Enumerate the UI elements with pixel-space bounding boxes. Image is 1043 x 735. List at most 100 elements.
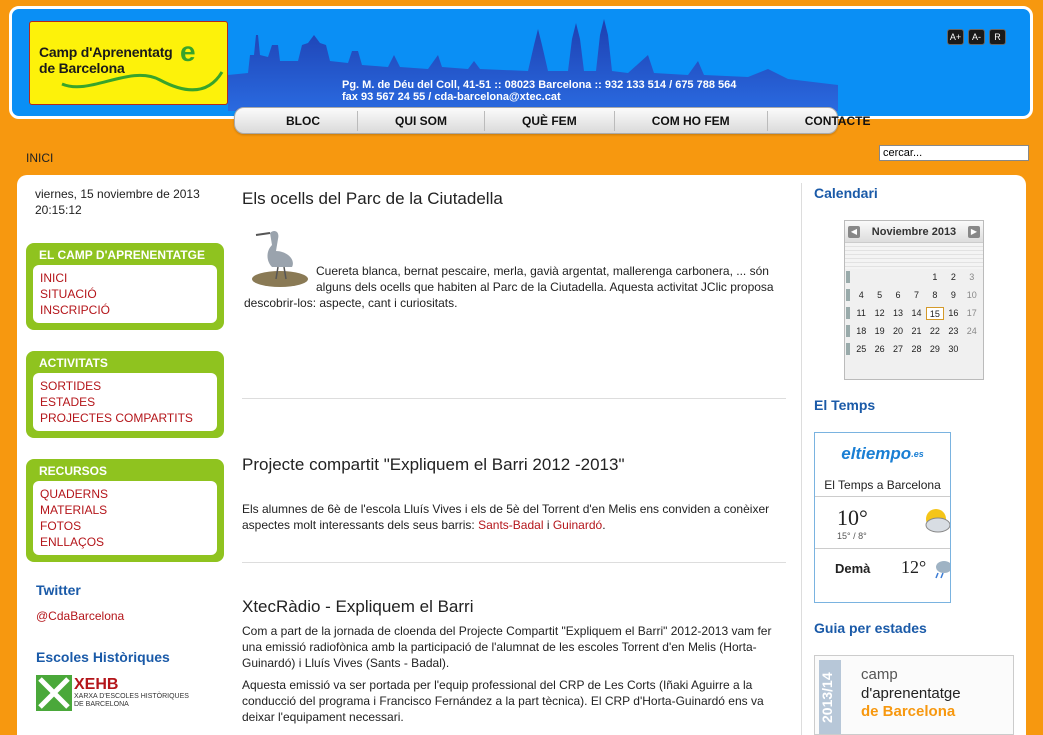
nav-item-que-fem[interactable]: QUÈ FEM: [485, 110, 615, 131]
calendar-week-marker: [846, 325, 850, 337]
calendar-month: Noviembre 2013: [871, 225, 957, 238]
calendar-day[interactable]: 8: [926, 289, 944, 302]
calendar-week-marker: [846, 307, 850, 319]
calendar-day[interactable]: 1: [926, 271, 944, 284]
calendar-day[interactable]: 2: [944, 271, 962, 284]
article-text: Els alumnes de 6è de l'escola Lluís Vive…: [242, 502, 770, 532]
calendar-day[interactable]: 10: [963, 289, 981, 302]
calendar-day[interactable]: 19: [870, 325, 888, 338]
link-guinardo[interactable]: Guinardó: [553, 518, 602, 532]
nav-item-qui-som[interactable]: QUI SOM: [358, 110, 486, 131]
twitter-title: Twitter: [36, 582, 81, 598]
calendar-day[interactable]: 28: [907, 343, 925, 356]
calendar-day[interactable]: 18: [852, 325, 870, 338]
breadcrumb[interactable]: INICI: [26, 151, 53, 165]
weather-place: El Temps a Barcelona: [815, 475, 950, 497]
calendar-day[interactable]: 7: [907, 289, 925, 302]
guide-banner[interactable]: 2013/14 camp d'aprenentatge de Barcelona: [814, 655, 1014, 735]
calendar-day[interactable]: 17: [963, 307, 981, 320]
calendar-day[interactable]: 9: [944, 289, 962, 302]
xehb-logo-link[interactable]: XEHB XARXA D'ESCOLES HISTÒRIQUES DE BARC…: [36, 675, 189, 711]
calendar-day[interactable]: 23: [944, 325, 962, 338]
calendar-day[interactable]: 22: [926, 325, 944, 338]
calendar-day[interactable]: 27: [889, 343, 907, 356]
heron-bird-icon: [252, 231, 308, 287]
calendar-day[interactable]: 14: [907, 307, 925, 320]
font-increase-button[interactable]: A+: [947, 29, 964, 45]
menu-link-materials[interactable]: MATERIALS: [40, 502, 210, 518]
calendar-day[interactable]: 5: [870, 289, 888, 302]
menu-link-projectes[interactable]: PROJECTES COMPARTITS: [40, 410, 210, 426]
logo-e-mark: e: [180, 36, 196, 67]
menu-link-estades[interactable]: ESTADES: [40, 394, 210, 410]
calendar-day[interactable]: 12: [870, 307, 888, 320]
calendar-day[interactable]: 16: [944, 307, 962, 320]
calendar-day[interactable]: 24: [963, 325, 981, 338]
calendar-day: [870, 271, 888, 284]
guide-year: 2013/14: [819, 660, 841, 734]
nav-item-bloc[interactable]: BLOC: [249, 110, 358, 131]
calendar-day[interactable]: 25: [852, 343, 870, 356]
weather-widget[interactable]: eltiempo .es El Temps a Barcelona 10° 15°…: [814, 432, 951, 603]
calendar-day[interactable]: 4: [852, 289, 870, 302]
search-input[interactable]: [879, 145, 1029, 161]
calendar-day[interactable]: 30: [944, 343, 962, 356]
sun-cloud-icon: [925, 509, 950, 533]
header: Camp d'Aprenentatg de Barcelona e Pg. M.…: [9, 6, 1033, 119]
calendar-week-marker: [846, 289, 850, 301]
calendar-day[interactable]: 3: [963, 271, 981, 284]
menu-link-sortides[interactable]: SORTIDES: [40, 378, 210, 394]
calendar-prev-icon[interactable]: ◀: [848, 225, 860, 238]
menu-block-activitats: ACTIVITATS SORTIDES ESTADES PROJECTES CO…: [26, 351, 224, 438]
article-projecte: Projecte compartit "Expliquem el Barri 2…: [242, 455, 786, 533]
guide-line2: d'aprenentatge: [861, 685, 961, 702]
xehb-name: XEHB: [74, 676, 119, 693]
menu-link-quaderns[interactable]: QUADERNS: [40, 486, 210, 502]
menu-block-title: EL CAMP D'APRENENTATGE: [39, 248, 205, 262]
menu-link-situacio[interactable]: SITUACIÓ: [40, 286, 210, 302]
calendar-next-icon[interactable]: ▶: [967, 225, 980, 238]
eltiempo-logo[interactable]: eltiempo .es: [815, 433, 950, 475]
calendar-week-marker: [846, 271, 850, 283]
calendar-widget: ◀ Noviembre 2013 ▶ 1 2 3 4 5 6 7 8 9 10 11 12 13 14 15…: [844, 220, 984, 380]
article-title[interactable]: Els ocells del Parc de la Ciutadella: [242, 189, 786, 209]
logo-line1: Camp d'Aprenentatg: [39, 44, 173, 60]
schools-title: Escoles Històriques: [36, 649, 170, 665]
calendar-day[interactable]: 29: [926, 343, 944, 356]
font-reset-button[interactable]: R: [989, 29, 1006, 45]
calendar-day[interactable]: 13: [889, 307, 907, 320]
calendar-week-marker: [846, 343, 850, 355]
xehb-sub2: DE BARCELONA: [74, 701, 129, 708]
weather-title: El Temps: [814, 397, 876, 413]
calendar-day: [963, 343, 981, 356]
twitter-handle-link[interactable]: @CdaBarcelona: [36, 609, 124, 623]
article-paragraph: Aquesta emissió va ser portada per l'equ…: [242, 678, 764, 724]
address-line2: fax 93 567 24 55 / cda-barcelona@xtec.ca…: [342, 91, 561, 103]
calendar-day[interactable]: 26: [870, 343, 888, 356]
nav-item-contacte[interactable]: CONTACTE: [768, 111, 908, 131]
calendar-day[interactable]: 20: [889, 325, 907, 338]
article-title[interactable]: XtecRàdio - Expliquem el Barri: [242, 597, 786, 617]
address-line1: Pg. M. de Déu del Coll, 41-51 :: 08023 B…: [342, 79, 737, 91]
calendar-day[interactable]: 11: [852, 307, 870, 320]
calendar-day[interactable]: 15: [925, 307, 945, 320]
weather-tomorrow-label: Demà: [835, 561, 871, 576]
menu-link-inscripcio[interactable]: INSCRIPCIÓ: [40, 302, 210, 318]
menu-link-inici[interactable]: INICI: [40, 270, 210, 286]
nav-item-com-ho-fem[interactable]: COM HO FEM: [615, 110, 768, 131]
article-xtecradio: XtecRàdio - Expliquem el Barri Com a par…: [242, 597, 786, 725]
calendar-day[interactable]: 21: [907, 325, 925, 338]
site-logo[interactable]: Camp d'Aprenentatg de Barcelona e: [29, 21, 228, 105]
calendar-day[interactable]: 6: [889, 289, 907, 302]
article-ocells: Els ocells del Parc de la Ciutadella Cue…: [242, 189, 786, 311]
menu-link-enllacos[interactable]: ENLLAÇOS: [40, 534, 210, 550]
rain-cloud-icon: [935, 561, 950, 579]
logo-swoosh-icon: [61, 71, 224, 92]
link-sants-badal[interactable]: Sants-Badal: [478, 518, 543, 532]
menu-link-fotos[interactable]: FOTOS: [40, 518, 210, 534]
menu-block-recursos: RECURSOS QUADERNS MATERIALS FOTOS ENLLAÇ…: [26, 459, 224, 562]
menu-block-camp: EL CAMP D'APRENENTATGE INICI SITUACIÓ IN…: [26, 243, 224, 330]
article-title[interactable]: Projecte compartit "Expliquem el Barri 2…: [242, 455, 786, 475]
font-decrease-button[interactable]: A-: [968, 29, 985, 45]
weather-temp: 10°: [837, 505, 868, 530]
